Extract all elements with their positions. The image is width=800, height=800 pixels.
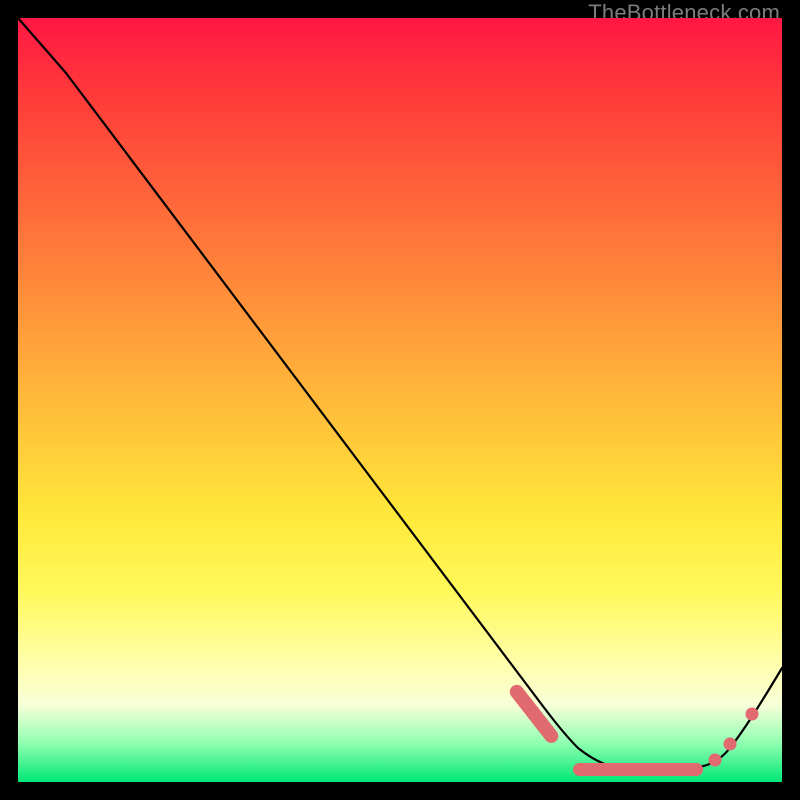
bottleneck-curve xyxy=(18,18,782,771)
marker-dot xyxy=(724,738,737,751)
marker-dot xyxy=(746,708,759,721)
plot-area xyxy=(18,18,782,782)
marker-descending-cluster xyxy=(507,682,561,746)
curve-svg xyxy=(18,18,782,782)
marker-dot xyxy=(709,754,722,767)
chart-frame: TheBottleneck.com xyxy=(0,0,800,800)
marker-flat-cluster xyxy=(573,763,703,776)
